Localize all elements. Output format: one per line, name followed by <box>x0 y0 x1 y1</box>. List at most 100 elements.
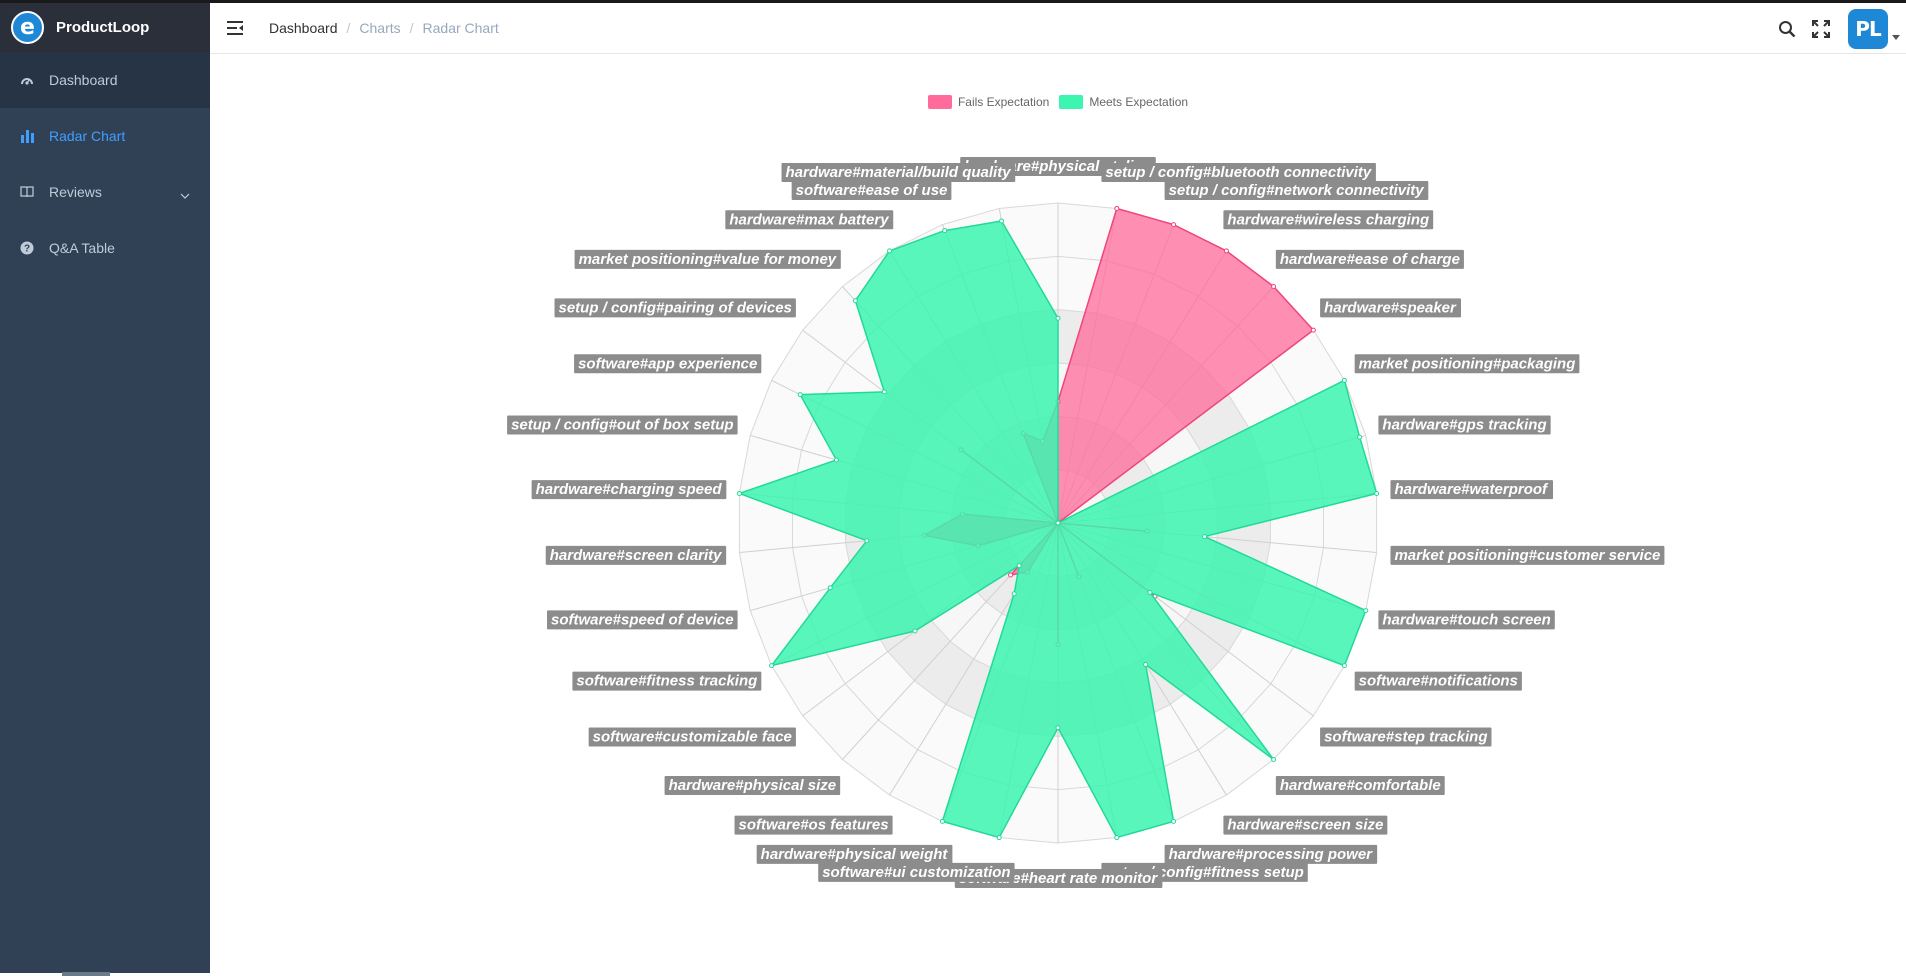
axis-label-text: hardware#screen size <box>1227 817 1383 834</box>
fullscreen-icon[interactable] <box>1810 18 1832 40</box>
axis-label: software#speed of device <box>547 610 738 630</box>
axis-label-text: software#os features <box>739 817 889 834</box>
axis-label: hardware#gps tracking <box>1378 415 1551 435</box>
data-point-fails <box>1008 572 1014 578</box>
data-point-meets <box>827 585 833 591</box>
data-point-meets <box>769 663 775 669</box>
axis-label: hardware#material/build quality <box>781 163 1016 183</box>
data-point-meets <box>1016 563 1022 569</box>
data-point-meets <box>999 218 1005 224</box>
data-point-meets <box>942 228 948 234</box>
data-point-fails <box>1310 327 1316 333</box>
book-icon <box>19 184 35 200</box>
axis-label: hardware#processing power <box>1164 844 1378 864</box>
axis-label: software#os features <box>734 815 893 835</box>
data-point-fails <box>1223 248 1229 254</box>
data-point-meets <box>833 457 839 463</box>
data-point-meets <box>1114 835 1120 841</box>
axis-label: hardware#comfortable <box>1275 776 1445 796</box>
data-point-meets <box>1271 756 1277 762</box>
axis-label: hardware#screen clarity <box>545 545 727 565</box>
data-point-meets <box>1147 589 1153 595</box>
app-logo-letter: e <box>20 14 35 40</box>
breadcrumb-current: Radar Chart <box>422 20 499 36</box>
axis-label-text: hardware#processing power <box>1169 846 1374 863</box>
data-point-meets <box>1011 591 1017 597</box>
breadcrumb-separator: / <box>346 20 351 36</box>
sidebar-item-dashboard[interactable]: Dashboard <box>0 52 210 108</box>
axis-label-text: setup / config#bluetooth connectivity <box>1105 164 1372 181</box>
axis-label-text: market positioning#packaging <box>1359 355 1576 372</box>
hamburger-icon[interactable] <box>227 20 245 36</box>
data-point-meets <box>1055 315 1061 321</box>
axis-label-text: hardware#wireless charging <box>1227 211 1429 228</box>
brand[interactable]: e ProductLoop <box>0 3 210 52</box>
data-point-meets <box>887 248 893 254</box>
axis-label-text: market positioning#customer service <box>1394 547 1660 564</box>
sidebar-item-radar-chart[interactable]: Radar Chart <box>0 108 210 164</box>
sidebar-item-label: Radar Chart <box>49 128 126 144</box>
caret-down-icon[interactable] <box>1892 35 1900 40</box>
data-point-meets <box>1341 377 1347 383</box>
data-point-meets <box>864 538 870 544</box>
sidebar-item-label: Q&A Table <box>49 240 115 256</box>
data-point-fails <box>1271 284 1277 290</box>
breadcrumb-charts[interactable]: Charts <box>359 20 400 36</box>
breadcrumb-dashboard[interactable]: Dashboard <box>269 20 338 36</box>
sidebar-item-reviews[interactable]: Reviews <box>0 164 210 220</box>
axis-label: software#step tracking <box>1320 727 1492 747</box>
data-point-meets <box>1143 661 1149 667</box>
avatar[interactable]: PL <box>1848 8 1888 49</box>
axis-label-text: hardware#physical size <box>669 777 837 794</box>
axis-label-text: hardware#charging speed <box>536 481 723 498</box>
axis-label: market positioning#customer service <box>1390 545 1665 565</box>
sidebar-item-label: Reviews <box>49 184 102 200</box>
data-point-meets <box>1055 520 1061 526</box>
axis-label-text: hardware#screen clarity <box>550 547 722 564</box>
axis-label: software#app experience <box>574 354 762 374</box>
data-point-meets <box>912 628 918 634</box>
search-icon[interactable] <box>1776 18 1798 40</box>
axis-label-text: market positioning#value for money <box>579 251 837 268</box>
data-point-meets <box>1055 725 1061 731</box>
sidebar-item-qa-table[interactable]: ? Q&A Table <box>0 220 210 276</box>
axis-label: software#fitness tracking <box>572 671 762 691</box>
radar-chart: hardware#physical stylingsetup / config#… <box>507 156 1665 888</box>
axis-label: software#customizable face <box>588 727 796 747</box>
axis-label-text: software#fitness tracking <box>576 673 757 690</box>
bar-chart-icon <box>19 128 35 144</box>
axis-label-text: setup / config#network connectivity <box>1169 182 1425 199</box>
data-point-meets <box>996 835 1002 841</box>
chevron-down-icon[interactable] <box>180 186 190 202</box>
data-point-meets <box>1341 663 1347 669</box>
data-point-meets <box>1363 608 1369 614</box>
axis-label-text: software#ease of use <box>796 182 948 199</box>
axis-label-text: hardware#touch screen <box>1382 611 1550 628</box>
axis-label-text: setup / config#out of box setup <box>511 417 734 434</box>
axis-label: hardware#waterproof <box>1390 480 1554 500</box>
dashboard-icon <box>19 72 35 88</box>
data-point-fails <box>1171 222 1177 228</box>
axis-label: hardware#physical weight <box>756 844 953 864</box>
svg-text:?: ? <box>24 244 30 255</box>
axis-label-text: hardware#ease of charge <box>1280 251 1460 268</box>
axis-label: setup / config#network connectivity <box>1164 181 1429 201</box>
axis-label-text: software#notifications <box>1359 673 1518 690</box>
axis-label-text: hardware#waterproof <box>1394 481 1549 498</box>
axis-label-text: software#app experience <box>578 355 757 372</box>
axis-label: hardware#physical size <box>664 776 841 796</box>
axis-label: software#ease of use <box>791 181 952 201</box>
data-point-meets <box>1357 434 1363 440</box>
data-point-meets <box>852 298 858 304</box>
question-circle-icon: ? <box>19 240 35 256</box>
axis-label: market positioning#value for money <box>574 249 841 269</box>
data-point-meets <box>881 389 887 395</box>
header: Dashboard / Charts / Radar Chart PL <box>210 3 1906 54</box>
data-point-meets <box>1374 490 1380 496</box>
axis-label-text: software#customizable face <box>593 729 792 746</box>
axis-label: hardware#speaker <box>1320 298 1462 318</box>
axis-label-text: setup / config#pairing of devices <box>559 299 792 316</box>
axis-label: setup / config#out of box setup <box>507 415 738 435</box>
axis-label: hardware#max battery <box>725 210 894 230</box>
app-logo: e <box>11 11 44 44</box>
